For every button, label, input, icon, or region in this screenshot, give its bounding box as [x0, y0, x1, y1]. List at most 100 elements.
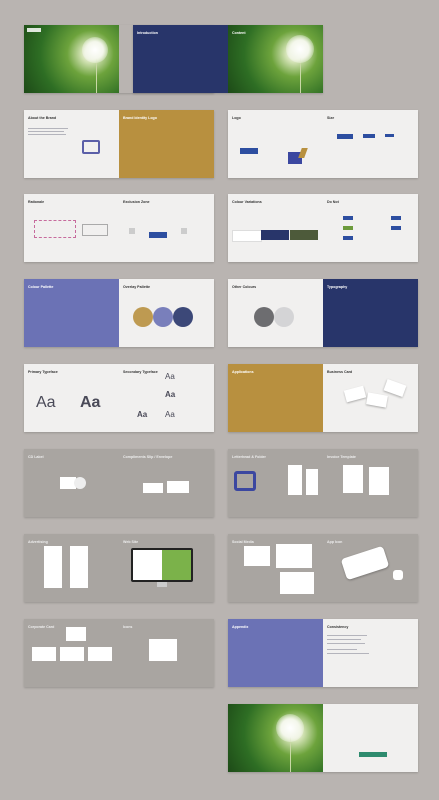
spread-letterhead[interactable]: Letterhead & Folder Invoice Template	[228, 449, 418, 517]
spread-back-cover[interactable]	[228, 704, 418, 772]
invoice-mockup	[369, 467, 389, 495]
page-title: Consistency	[327, 625, 349, 629]
page-title: Rationale	[28, 200, 45, 204]
spread-introduction[interactable]: Introduction Content	[133, 25, 323, 93]
typeface-sample-4: Aa	[165, 410, 175, 419]
spread-corporate-card[interactable]: Corporate Card Icons	[24, 619, 214, 687]
card-mockup	[343, 385, 367, 403]
monitor-screen	[133, 550, 191, 580]
spread-advertising[interactable]: Advertising Web Site	[24, 534, 214, 602]
page-title: Do Not	[327, 200, 339, 204]
spread-colour-variations[interactable]: Colour Variations Do Not	[228, 194, 418, 262]
page-title: Size	[327, 116, 335, 120]
page-title: Appendix	[232, 625, 249, 629]
page-title: Secondary Typeface	[123, 370, 158, 374]
page-size: Size	[323, 110, 418, 178]
spread-other-colours[interactable]: Other Colours Typography	[228, 279, 418, 347]
page-title: Other Colours	[232, 285, 257, 289]
typeface-sample-3: Aa	[137, 410, 148, 419]
page-exclusion-zone: Exclusion Zone	[119, 194, 214, 262]
page-brand-identity: Brand Identity Logo	[119, 110, 214, 178]
page-logo: Logo	[228, 110, 323, 178]
page-title: App Icon	[327, 540, 343, 544]
swatch-dark-grey	[254, 307, 274, 327]
dandelion-image	[276, 714, 304, 742]
page-title: Logo	[232, 116, 241, 120]
page-advertising: Advertising	[24, 534, 119, 602]
rationale-grid	[82, 224, 108, 236]
typeface-sample-regular: Aa	[36, 394, 56, 411]
logo-mark	[27, 28, 41, 32]
page-title: Invoice Template	[327, 455, 356, 459]
spread-typefaces[interactable]: Primary Typeface Aa Aa Secondary Typefac…	[24, 364, 214, 432]
brand-mark-icon	[82, 140, 100, 154]
page-colour-pallette: Colour Pallette	[24, 279, 119, 347]
monitor-stand	[157, 582, 167, 587]
page-rationale: Rationale	[24, 194, 119, 262]
ad-mockup	[70, 546, 88, 588]
swatch-light-grey	[274, 307, 294, 327]
page-title: Brand Identity Logo	[123, 116, 157, 120]
logo-sample	[240, 148, 258, 154]
typeface-sample-2: Aa	[165, 390, 176, 399]
folder-mark	[234, 471, 256, 491]
page-cd-label: CD Label	[24, 449, 119, 517]
logo-size-small	[385, 134, 394, 137]
page-about-brand: About the Brand	[24, 110, 119, 178]
typeface-sample-1: Aa	[165, 372, 175, 381]
page-appendix: Appendix	[228, 619, 323, 687]
swatch-gold	[133, 307, 153, 327]
page-title: Letterhead & Folder	[232, 455, 266, 459]
page-title: Business Card	[327, 370, 353, 374]
page-title: Web Site	[123, 540, 139, 544]
card-mockup	[88, 647, 112, 661]
page-title: CD Label	[28, 455, 44, 459]
page-title: Introduction	[137, 31, 158, 35]
page-primary-typeface: Primary Typeface Aa Aa	[24, 364, 119, 432]
portfolio-canvas: { "rows":[ {"left":{"title_l":"","title_…	[0, 0, 439, 800]
dandelion-image	[286, 35, 314, 63]
page-content: Content	[228, 25, 323, 93]
page-colour-variations: Colour Variations	[228, 194, 323, 262]
page-title: Social Media	[232, 540, 254, 544]
card-mockup	[60, 647, 84, 661]
envelope-mockup	[143, 483, 163, 493]
page-app-icon: App Icon	[323, 534, 418, 602]
back-cover-page	[323, 704, 418, 772]
social-mockup	[276, 544, 312, 568]
page-letterhead: Letterhead & Folder	[228, 449, 323, 517]
letterhead-mockup	[288, 465, 302, 495]
rationale-sketch	[34, 220, 76, 238]
page-social-media: Social Media	[228, 534, 323, 602]
back-photo	[228, 704, 323, 772]
page-title: Typography	[327, 285, 348, 289]
dandelion-image	[82, 37, 108, 63]
folder-mockup	[306, 469, 318, 495]
page-title: Exclusion Zone	[123, 200, 150, 204]
page-title: About the Brand	[28, 116, 57, 120]
page-title: Content	[232, 31, 246, 35]
swatch-lavender	[153, 307, 173, 327]
social-mockup	[244, 546, 270, 566]
social-mockup	[280, 572, 314, 594]
spread-applications[interactable]: Applications Business Card	[228, 364, 418, 432]
page-other-colours: Other Colours	[228, 279, 323, 347]
page-typography: Typography	[323, 279, 418, 347]
page-title: Icons	[123, 625, 133, 629]
page-overlay-pallette: Overlay Pallette	[119, 279, 214, 347]
spread-rationale[interactable]: Rationale Exclusion Zone	[24, 194, 214, 262]
page-introduction: Introduction	[133, 25, 228, 93]
logo-accent	[298, 148, 308, 158]
spread-social-media[interactable]: Social Media App Icon	[228, 534, 418, 602]
card-mockup	[366, 392, 388, 408]
spread-appendix[interactable]: Appendix Consistency	[228, 619, 418, 687]
page-icons: Icons	[119, 619, 214, 687]
page-applications: Applications	[228, 364, 323, 432]
page-title: Corporate Card	[28, 625, 55, 629]
page-business-card: Business Card	[323, 364, 418, 432]
spread-logo[interactable]: Logo Size	[228, 110, 418, 178]
spread-cd-label[interactable]: CD Label Compliments Slip / Envelope	[24, 449, 214, 517]
spread-colour-pallette[interactable]: Colour Pallette Overlay Pallette	[24, 279, 214, 347]
typeface-sample-bold: Aa	[80, 394, 101, 411]
spread-about[interactable]: About the Brand Brand Identity Logo	[24, 110, 214, 178]
